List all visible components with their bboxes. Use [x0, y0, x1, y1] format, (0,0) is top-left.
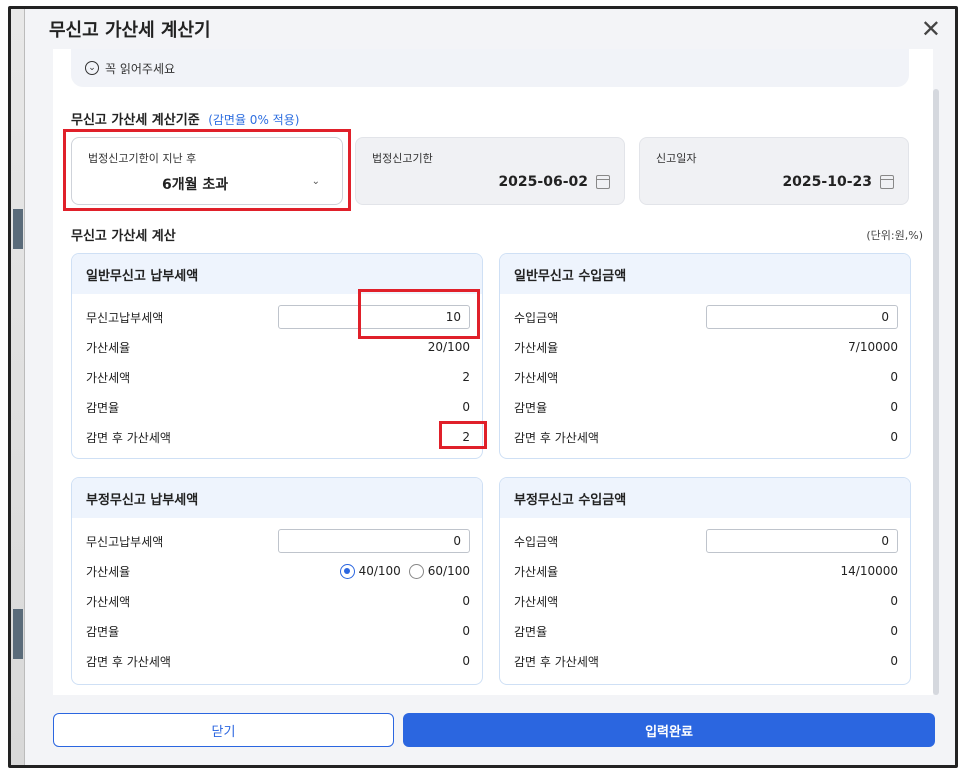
background-window-strip — [11, 9, 25, 765]
period-value: 6개월 초과 — [162, 177, 229, 193]
row-reduction: 감면율 0 — [86, 620, 470, 642]
row-value: 0 — [890, 430, 898, 444]
row-label: 감면 후 가산세액 — [86, 430, 171, 445]
row-reduction: 감면율 0 — [514, 396, 898, 418]
dialog-content[interactable]: ⌄ 꼭 읽어주세요 무신고 가산세 계산기준 (감면율 0% 적용) 법정신고기… — [53, 49, 933, 695]
strip-mark — [13, 609, 23, 659]
row-label: 감면 후 가산세액 — [514, 654, 599, 669]
row-value: 0 — [890, 624, 898, 638]
row-value: 0 — [462, 624, 470, 638]
row-value: 14/10000 — [840, 564, 899, 578]
dialog-title: 무신고 가산세 계산기 — [49, 20, 211, 41]
row-rate: 가산세율 40/100 60/100 — [86, 560, 470, 582]
row-label: 감면율 — [86, 400, 120, 415]
report-date-field[interactable]: 신고일자 2025-10-23 — [639, 137, 909, 205]
row-label: 가산세율 — [514, 340, 559, 355]
report-date-value: 2025-10-23 — [782, 174, 872, 190]
close-button[interactable]: 닫기 — [53, 713, 394, 747]
row-reduction: 감면율 0 — [86, 396, 470, 418]
chevron-down-icon: ⌄ — [311, 176, 320, 187]
submit-button[interactable]: 입력완료 — [403, 713, 935, 747]
row-after-reduction: 감면 후 가산세액 0 — [86, 650, 470, 672]
period-select[interactable]: 법정신고기한이 지난 후 6개월 초과 ⌄ — [71, 137, 343, 205]
row-after-reduction: 감면 후 가산세액 0 — [514, 426, 898, 448]
row-label: 감면율 — [514, 400, 548, 415]
row-label: 가산세율 — [514, 564, 559, 579]
fraud-income-panel: 부정무신고 수입금액 수입금액 0 가산세율 14/10000 가산세액 0 감… — [499, 477, 911, 685]
rate-radio-60[interactable]: 60/100 — [408, 563, 470, 579]
row-value: 0 — [890, 400, 898, 414]
period-label: 법정신고기한이 지난 후 — [88, 152, 197, 165]
panel-title: 부정무신고 수입금액 — [500, 478, 910, 518]
scrollbar[interactable] — [933, 89, 939, 695]
row-value: 20/100 — [427, 340, 470, 354]
row-rate: 가산세율 14/10000 — [514, 560, 898, 582]
row-label: 가산세액 — [514, 370, 559, 385]
income-input[interactable]: 0 — [706, 305, 898, 329]
radio-selected-icon — [339, 563, 355, 579]
row-label: 가산세율 — [86, 340, 131, 355]
row-label: 가산세율 — [86, 564, 131, 579]
criteria-note: (감면율 0% 적용) — [208, 113, 300, 127]
report-date-label: 신고일자 — [656, 152, 697, 165]
row-label: 가산세액 — [86, 594, 131, 609]
row-penalty: 가산세액 2 — [86, 366, 470, 388]
deadline-value: 2025-06-02 — [498, 174, 588, 190]
panel-title: 일반무신고 납부세액 — [72, 254, 482, 294]
fraud-tax-panel: 부정무신고 납부세액 무신고납부세액 0 가산세율 40/100 60/100 — [71, 477, 483, 685]
fraud-income-input[interactable]: 0 — [706, 529, 898, 553]
row-rate: 가산세율 7/10000 — [514, 336, 898, 358]
unfiled-tax-input[interactable]: 10 — [278, 305, 470, 329]
strip-mark — [13, 209, 23, 249]
row-rate: 가산세율 20/100 — [86, 336, 470, 358]
row-label: 감면율 — [514, 624, 548, 639]
row-value: 2 — [462, 370, 470, 384]
panel-title: 부정무신고 납부세액 — [72, 478, 482, 518]
calculator-dialog: 무신고 가산세 계산기 ✕ ⌄ 꼭 읽어주세요 무신고 가산세 계산기준 (감면… — [25, 9, 955, 765]
row-label: 감면 후 가산세액 — [514, 430, 599, 445]
radio-label: 40/100 — [358, 564, 401, 578]
close-icon[interactable]: ✕ — [921, 15, 941, 43]
panel-title: 일반무신고 수입금액 — [500, 254, 910, 294]
notice-text: 꼭 읽어주세요 — [105, 61, 176, 76]
row-value: 7/10000 — [848, 340, 898, 354]
row-value: 0 — [462, 594, 470, 608]
row-penalty: 가산세액 0 — [514, 366, 898, 388]
criteria-title-text: 무신고 가산세 계산기준 — [71, 113, 200, 128]
row-value: 0 — [890, 654, 898, 668]
general-income-panel: 일반무신고 수입금액 수입금액 0 가산세율 7/10000 가산세액 0 감면… — [499, 253, 911, 459]
calendar-icon[interactable] — [880, 175, 894, 189]
row-value: 2 — [462, 430, 470, 444]
unit-label: (단위:원,%) — [866, 229, 923, 242]
notice-toggle[interactable]: ⌄ 꼭 읽어주세요 — [71, 49, 909, 87]
row-value: 0 — [462, 400, 470, 414]
criteria-title: 무신고 가산세 계산기준 (감면율 0% 적용) — [71, 109, 299, 128]
fraud-unfiled-tax-input[interactable]: 0 — [278, 529, 470, 553]
row-label: 감면 후 가산세액 — [86, 654, 171, 669]
row-penalty: 가산세액 0 — [86, 590, 470, 612]
row-penalty: 가산세액 0 — [514, 590, 898, 612]
row-label: 가산세액 — [86, 370, 131, 385]
row-value: 0 — [890, 370, 898, 384]
deadline-field: 법정신고기한 2025-06-02 — [355, 137, 625, 205]
screenshot-frame: 무신고 가산세 계산기 ✕ ⌄ 꼭 읽어주세요 무신고 가산세 계산기준 (감면… — [8, 6, 958, 768]
row-value: 0 — [890, 594, 898, 608]
radio-unselected-icon — [408, 563, 424, 579]
radio-label: 60/100 — [427, 564, 470, 578]
row-value: 0 — [462, 654, 470, 668]
deadline-label: 법정신고기한 — [372, 152, 433, 165]
row-label: 가산세액 — [514, 594, 559, 609]
general-tax-panel: 일반무신고 납부세액 무신고납부세액 10 가산세율 20/100 가산세액 2… — [71, 253, 483, 459]
row-reduction: 감면율 0 — [514, 620, 898, 642]
rate-radio-40[interactable]: 40/100 — [339, 563, 401, 579]
row-label: 감면율 — [86, 624, 120, 639]
calendar-icon — [596, 175, 610, 189]
chevron-down-circle-icon: ⌄ — [85, 61, 99, 75]
row-after-reduction: 감면 후 가산세액 2 — [86, 426, 470, 448]
calc-title: 무신고 가산세 계산 — [71, 229, 176, 244]
row-after-reduction: 감면 후 가산세액 0 — [514, 650, 898, 672]
